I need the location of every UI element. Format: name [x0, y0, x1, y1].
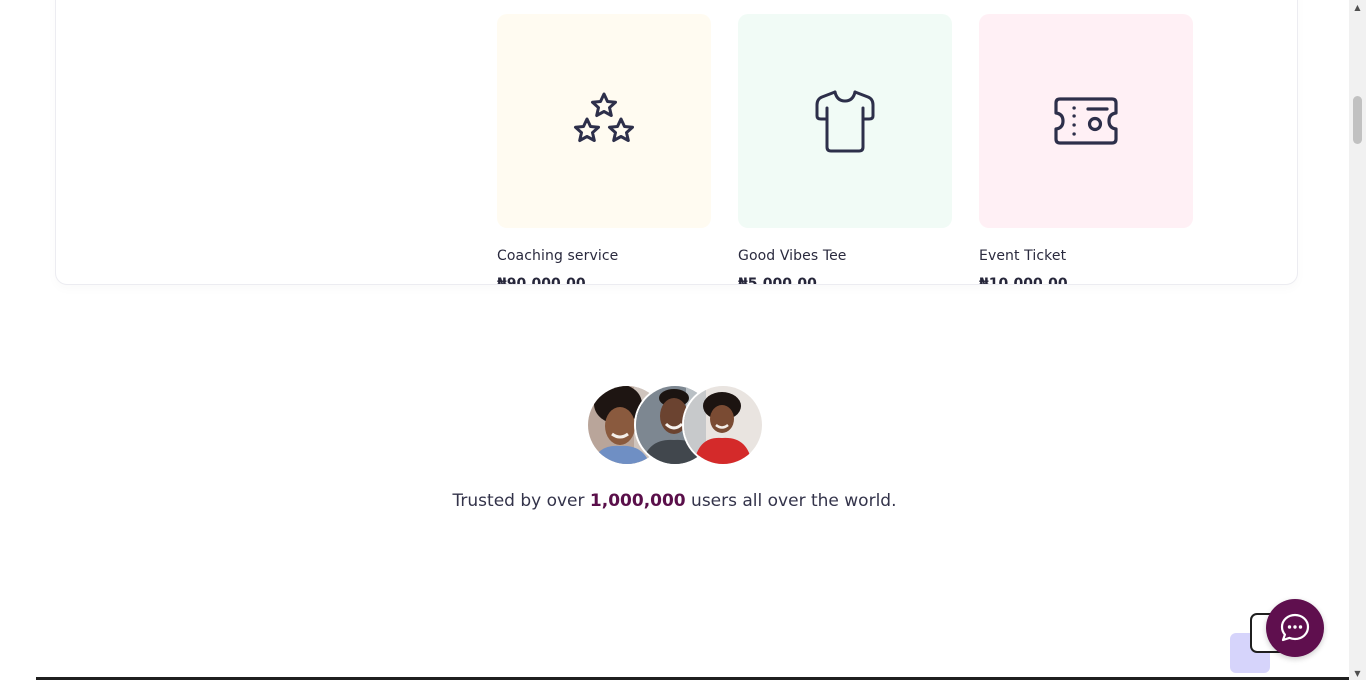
product-thumbnail[interactable]: [738, 14, 952, 228]
scrollbar-thumb[interactable]: [1353, 96, 1362, 144]
three-stars-icon: [574, 92, 634, 142]
trust-suffix: users all over the world.: [685, 491, 897, 511]
scroll-down-arrow-icon[interactable]: ▼: [1349, 666, 1366, 680]
product-card-coaching[interactable]: Coaching service ₦90,000.00: [497, 14, 711, 285]
user-count: 1,000,000: [589, 491, 686, 511]
chat-button[interactable]: [1266, 599, 1324, 657]
ticket-icon: [1054, 97, 1118, 145]
t-shirt-icon: [815, 90, 875, 153]
user-avatars: [586, 384, 766, 466]
product-thumbnail[interactable]: [497, 14, 711, 228]
product-card-ticket[interactable]: Event Ticket ₦10,000.00: [979, 14, 1193, 285]
products-panel: Coaching service ₦90,000.00 Good Vibes T…: [55, 0, 1298, 285]
product-name[interactable]: Good Vibes Tee: [738, 248, 952, 264]
trust-statement: Trusted by over 1,000,000 users all over…: [0, 491, 1349, 511]
page-viewport: Coaching service ₦90,000.00 Good Vibes T…: [0, 0, 1349, 680]
scroll-up-arrow-icon[interactable]: ▲: [1349, 0, 1366, 14]
product-card-tee[interactable]: Good Vibes Tee ₦5,000.00: [738, 14, 952, 285]
vertical-scrollbar[interactable]: ▲ ▼: [1349, 0, 1366, 680]
product-price: ₦5,000.00: [738, 276, 817, 285]
trust-prefix: Trusted by over: [452, 491, 590, 511]
product-price: ₦10,000.00: [979, 276, 1068, 285]
chat-bubble-icon: [1280, 613, 1310, 642]
product-name[interactable]: Coaching service: [497, 248, 711, 264]
product-price: ₦90,000.00: [497, 276, 586, 285]
product-thumbnail[interactable]: [979, 14, 1193, 228]
product-name[interactable]: Event Ticket: [979, 248, 1193, 264]
woman-in-red-avatar: [682, 384, 764, 466]
